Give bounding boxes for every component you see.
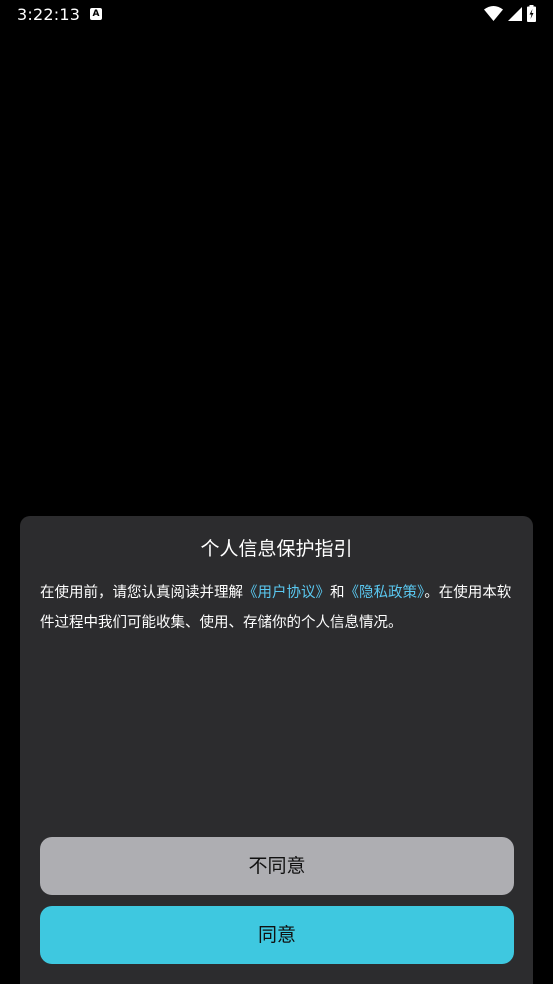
dialog-title: 个人信息保护指引 (200, 538, 353, 560)
user-agreement-link[interactable]: 《用户协议》 (243, 585, 330, 601)
privacy-policy-link[interactable]: 《隐私政策》 (345, 585, 425, 601)
status-icons (484, 4, 536, 26)
privacy-dialog: 个人信息保护指引 在使用前，请您认真阅读并理解《用户协议》和《隐私政策》。在使用… (20, 516, 533, 984)
cellular-signal-icon (508, 6, 522, 25)
battery-icon (527, 4, 536, 26)
agree-button[interactable]: 同意 (40, 906, 514, 964)
status-bar: 3:22:13 A (0, 0, 553, 30)
body-text-and: 和 (330, 585, 345, 601)
body-text-prefix: 在使用前，请您认真阅读并理解 (40, 585, 243, 601)
disagree-button[interactable]: 不同意 (40, 837, 514, 895)
notification-icon: A (90, 8, 102, 20)
status-time: 3:22:13 (17, 5, 81, 24)
dialog-body: 在使用前，请您认真阅读并理解《用户协议》和《隐私政策》。在使用本软件过程中我们可… (40, 578, 515, 638)
wifi-icon (484, 5, 503, 25)
